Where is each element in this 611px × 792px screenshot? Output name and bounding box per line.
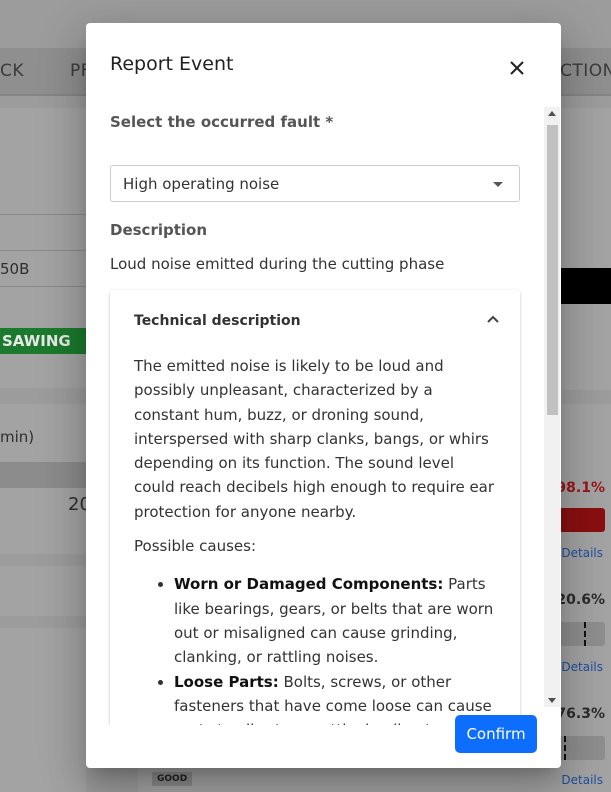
bg-right-panel bbox=[561, 108, 611, 390]
dialog-title: Report Event bbox=[110, 53, 234, 75]
cause-name: Worn or Damaged Components: bbox=[174, 575, 444, 594]
bg-nav-item: CK bbox=[0, 61, 25, 81]
dialog-content: Select the occurred fault * High operati… bbox=[86, 107, 561, 725]
scroll-down-arrow-icon[interactable] bbox=[548, 698, 556, 703]
close-icon bbox=[510, 61, 524, 75]
bg-divider bbox=[0, 250, 86, 251]
bg-details-link-3[interactable]: Details bbox=[561, 773, 603, 787]
fault-label: Select the occurred fault * bbox=[110, 113, 334, 131]
technical-description-header[interactable]: Technical description bbox=[110, 290, 520, 352]
list-item: Worn or Damaged Components: Parts like b… bbox=[174, 572, 498, 669]
bg-progress-1 bbox=[559, 508, 605, 532]
technical-paragraph: The emitted noise is likely to be loud a… bbox=[134, 357, 495, 521]
bg-bar bbox=[0, 462, 86, 488]
bg-threshold-marker bbox=[584, 622, 586, 646]
list-item: Loose Parts: Bolts, screws, or other fas… bbox=[174, 670, 498, 725]
bg-unit: min) bbox=[0, 428, 35, 446]
bg-left-panel-3 bbox=[0, 566, 86, 616]
bg-divider bbox=[0, 286, 86, 287]
technical-description-body: The emitted noise is likely to be loud a… bbox=[134, 354, 498, 725]
technical-description-panel: Technical description The emitted noise … bbox=[110, 290, 520, 725]
bg-nav-item: CTION bbox=[560, 61, 611, 81]
bg-black-block bbox=[559, 268, 611, 304]
bg-threshold-marker bbox=[564, 736, 566, 760]
bg-details-link-1[interactable]: Details bbox=[561, 546, 603, 560]
bg-percent-2: 20.6% bbox=[556, 592, 605, 608]
content-scrollbar[interactable] bbox=[544, 107, 560, 707]
bg-details-link-2[interactable]: Details bbox=[561, 660, 603, 674]
bg-good-badge: GOOD bbox=[152, 772, 193, 786]
bg-status-badge: SAWING bbox=[0, 328, 86, 354]
caret-down-icon bbox=[493, 182, 503, 187]
bg-model: 50B bbox=[0, 260, 30, 278]
bg-left-panel-4 bbox=[0, 628, 86, 792]
fault-select-value: High operating noise bbox=[123, 175, 280, 193]
description-text: Loud noise emitted during the cutting ph… bbox=[110, 255, 445, 273]
report-event-dialog: Report Event Select the occurred fault *… bbox=[86, 23, 561, 768]
confirm-button[interactable]: Confirm bbox=[455, 715, 537, 753]
chevron-up-icon bbox=[487, 315, 499, 323]
causes-list: Worn or Damaged Components: Parts like b… bbox=[134, 572, 498, 725]
scroll-up-arrow-icon[interactable] bbox=[548, 111, 556, 116]
fault-select[interactable]: High operating noise bbox=[110, 165, 520, 202]
technical-description-title: Technical description bbox=[134, 313, 301, 329]
bg-percent-3: 76.3% bbox=[556, 706, 605, 722]
possible-causes-label: Possible causes: bbox=[134, 537, 257, 556]
bg-progress-2 bbox=[559, 622, 605, 646]
close-button[interactable] bbox=[504, 55, 530, 81]
cause-name: Loose Parts: bbox=[174, 672, 279, 691]
description-label: Description bbox=[110, 221, 208, 239]
bg-divider bbox=[0, 214, 86, 215]
scroll-thumb[interactable] bbox=[547, 125, 558, 415]
